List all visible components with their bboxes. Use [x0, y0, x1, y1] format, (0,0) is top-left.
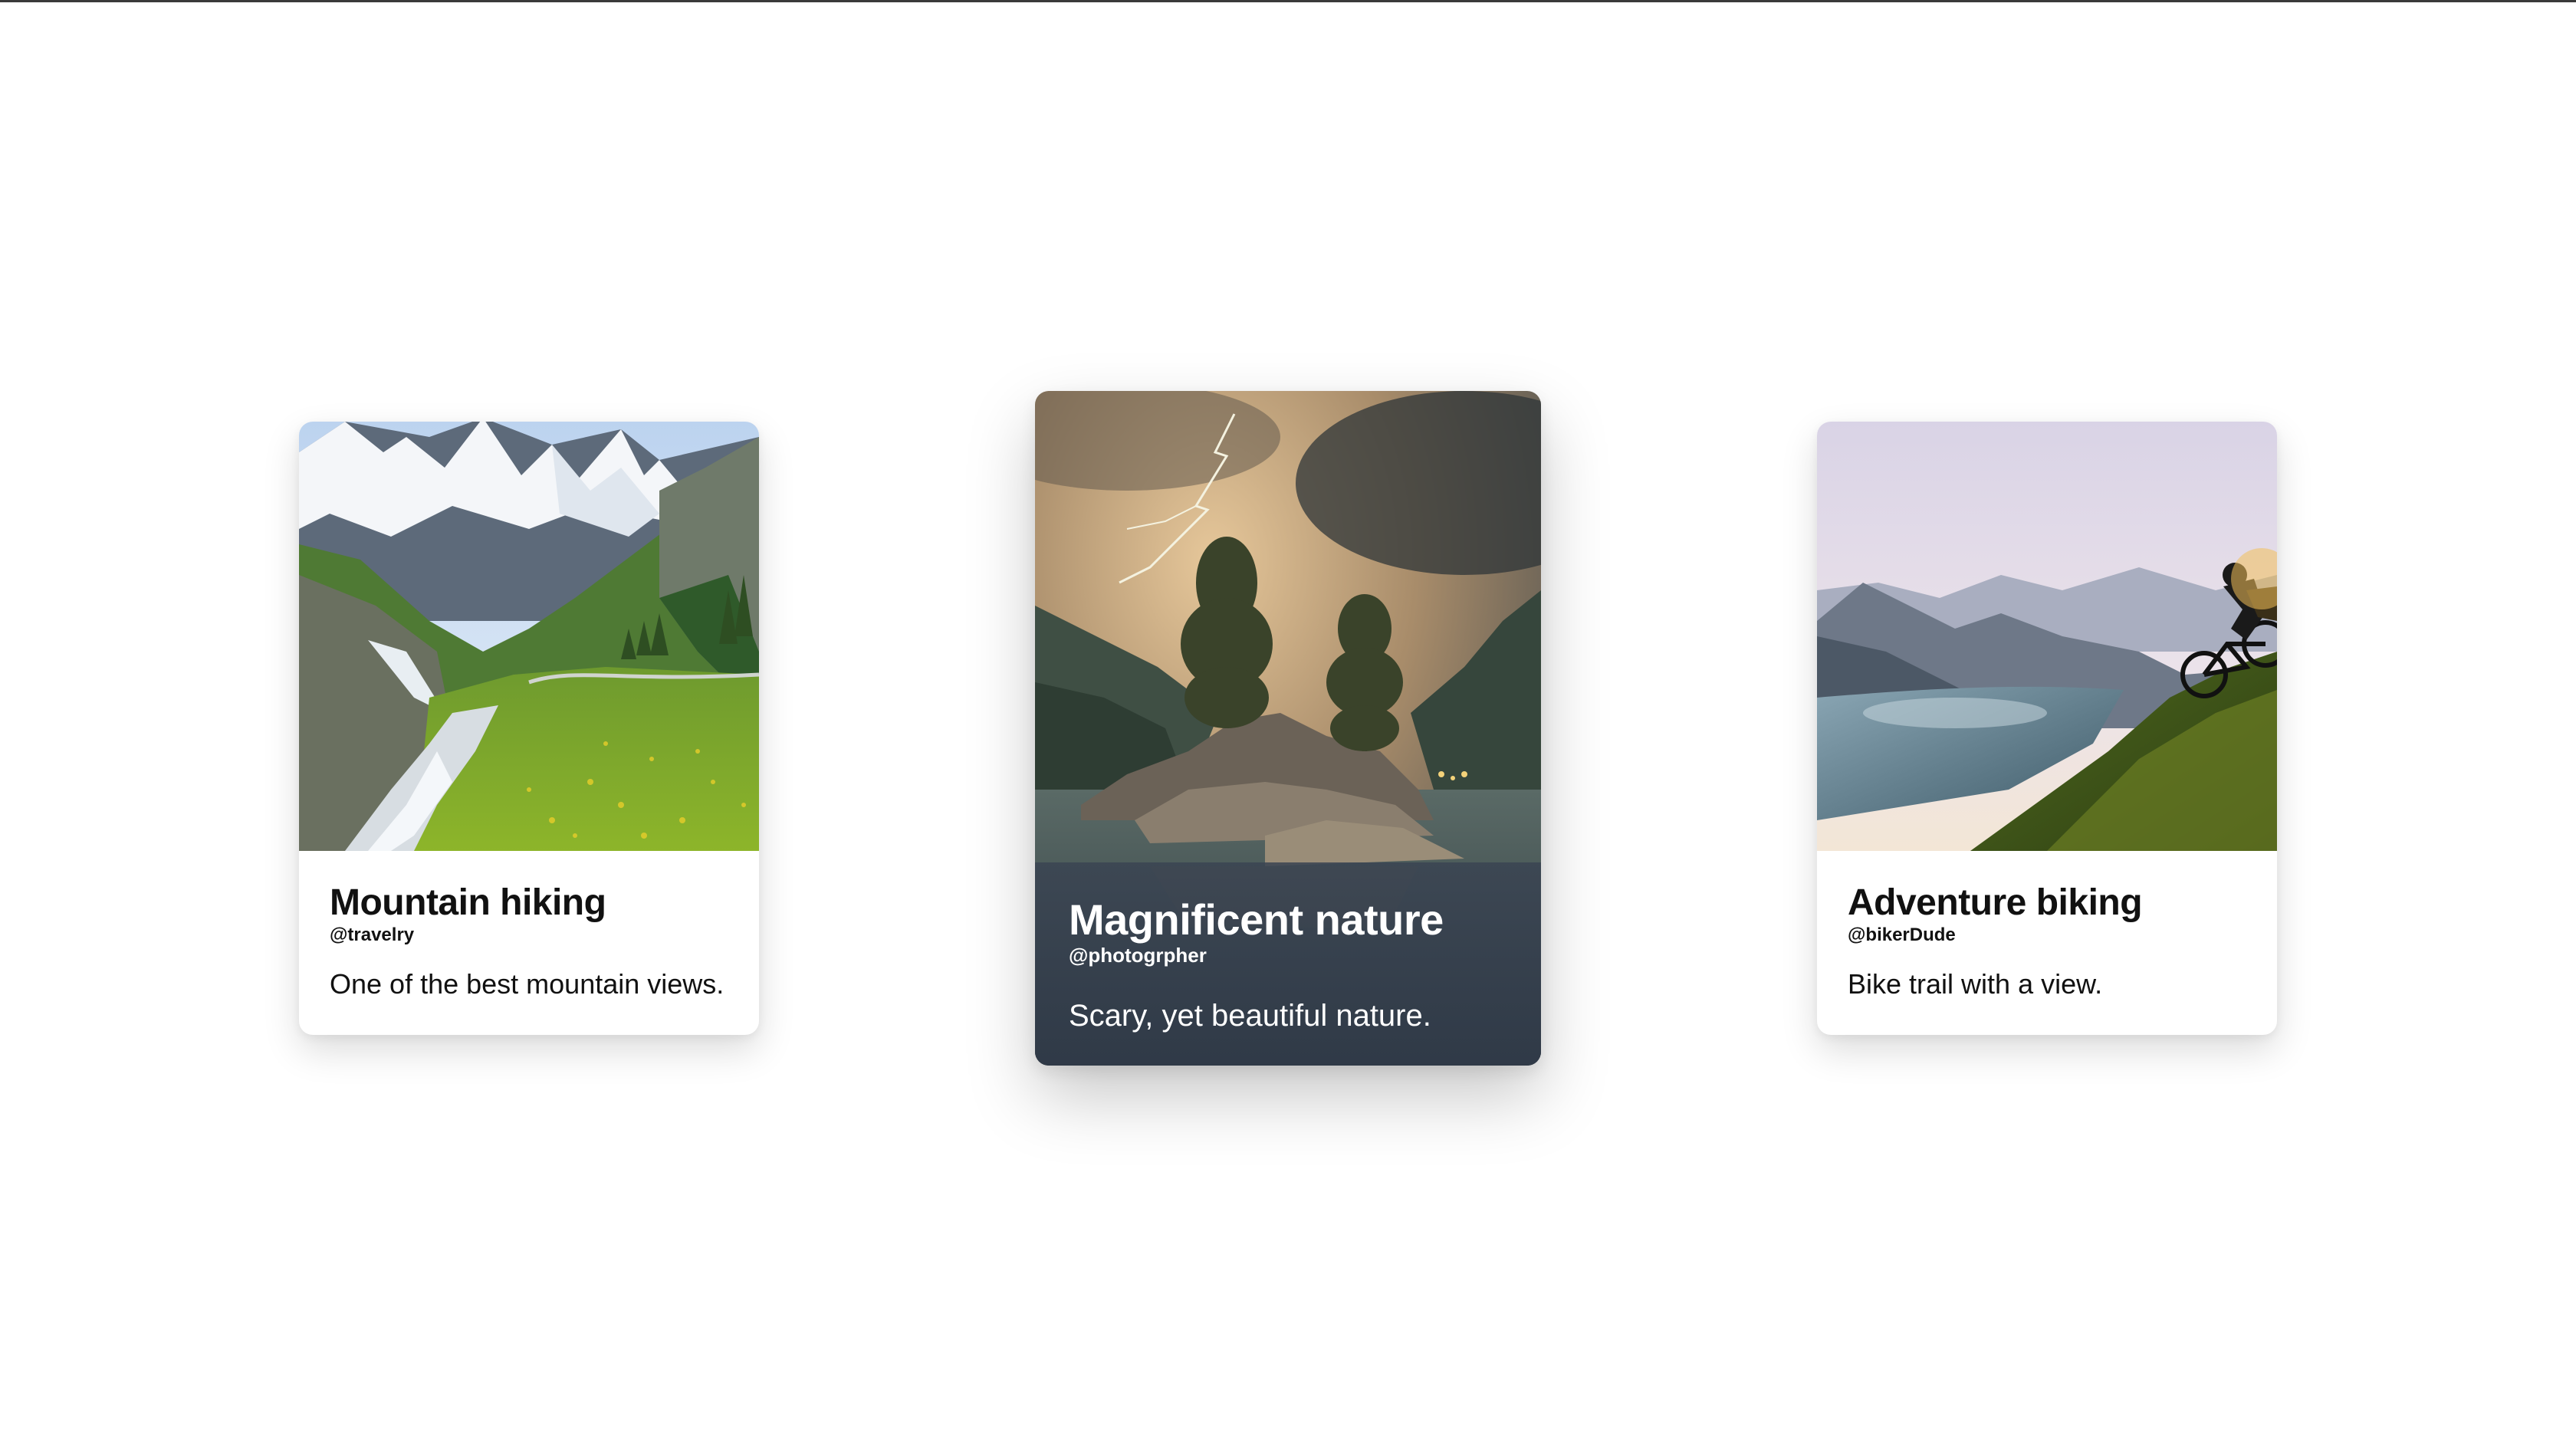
- card-description: Scary, yet beautiful nature.: [1069, 999, 1431, 1033]
- card-author-handle[interactable]: @photogrpher: [1069, 944, 1507, 967]
- card-author-handle[interactable]: @travelry: [330, 925, 728, 946]
- card-magnificent-nature[interactable]: Magnificent nature @photogrpher Scary, y…: [1035, 391, 1541, 1066]
- card-title: Mountain hiking: [330, 882, 606, 923]
- card-body: Magnificent nature @photogrpher Scary, y…: [1035, 862, 1541, 1066]
- card-mountain-hiking[interactable]: Mountain hiking @travelry One of the bes…: [299, 422, 759, 1035]
- card-author-handle[interactable]: @bikerDude: [1848, 925, 2246, 946]
- card-adventure-biking[interactable]: Adventure biking @bikerDude Bike trail w…: [1817, 422, 2277, 1035]
- card-title: Adventure biking: [1848, 882, 2143, 923]
- window-top-border: [0, 0, 2576, 2]
- lake-biker-photo: [1817, 422, 2277, 851]
- card-body: Mountain hiking @travelry One of the bes…: [299, 851, 759, 1035]
- card-body: Adventure biking @bikerDude Bike trail w…: [1817, 851, 2277, 1035]
- card-description: One of the best mountain views.: [330, 968, 724, 1000]
- alpine-valley-photo: [299, 422, 759, 851]
- card-description: Bike trail with a view.: [1848, 968, 2103, 1000]
- card-title: Magnificent nature: [1069, 895, 1444, 944]
